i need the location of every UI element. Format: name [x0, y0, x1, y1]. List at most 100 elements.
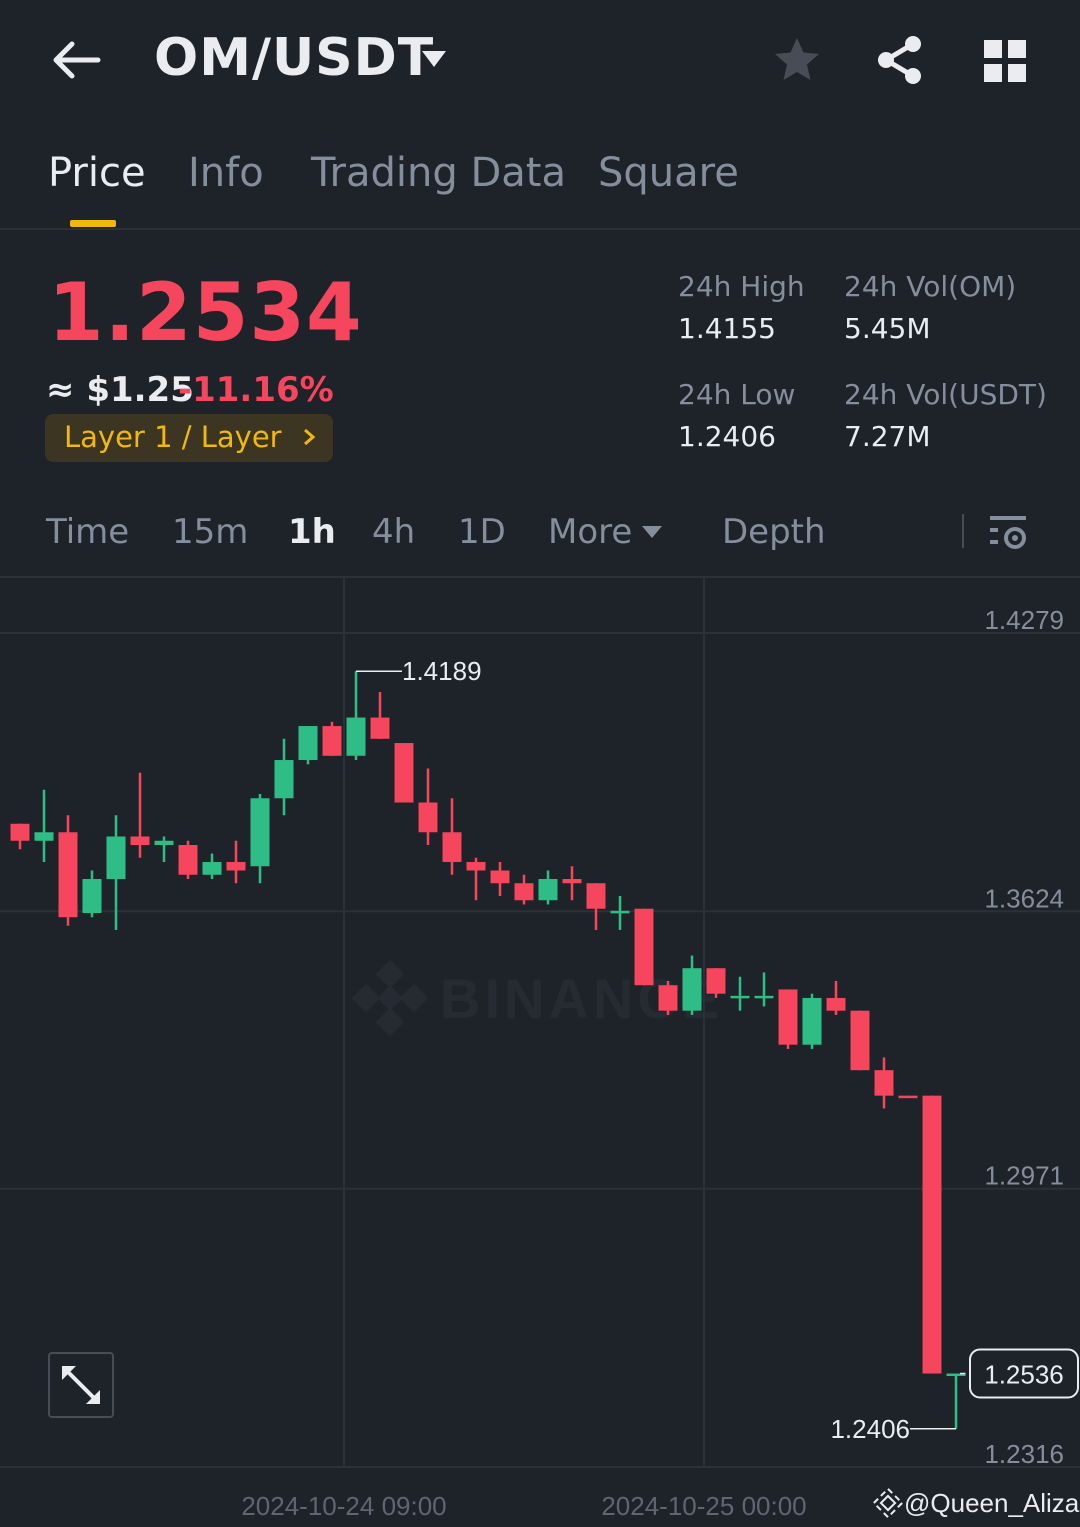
candle-body: [370, 717, 390, 739]
candle-body: [298, 726, 318, 761]
vol-quote-label: 24h Vol(USDT): [844, 378, 1047, 411]
y-tick-label: 1.2971: [984, 1161, 1064, 1191]
credit-watermark: @Queen_Aliza: [872, 1487, 1080, 1519]
candle-body: [346, 717, 366, 756]
candle: [226, 840, 246, 884]
candle: [418, 768, 438, 846]
candle-body: [778, 989, 798, 1045]
change-percent: -11.16%: [178, 370, 334, 410]
candlestick-chart[interactable]: BINANCE 1.4279 1.3624 1.2971 1.2316 2024-10-…: [0, 578, 1080, 1527]
low-value: 1.2406: [678, 420, 776, 453]
candle: [610, 895, 630, 930]
star-icon[interactable]: [772, 35, 822, 85]
candle: [106, 815, 126, 930]
candle-body: [586, 883, 606, 909]
candle: [346, 671, 366, 761]
candle: [442, 798, 462, 875]
candle-body: [58, 832, 78, 918]
candle: [370, 692, 390, 739]
interval-15m[interactable]: 15m: [172, 512, 248, 552]
candle: [850, 1010, 870, 1071]
candle: [730, 976, 750, 1011]
chart-settings-icon[interactable]: [988, 512, 1030, 554]
divider: [0, 228, 1080, 230]
candle: [682, 955, 702, 1015]
candle-body: [538, 878, 558, 901]
arrow-left-icon[interactable]: [48, 36, 104, 84]
tab-price[interactable]: Price: [48, 150, 146, 196]
candle: [58, 815, 78, 926]
last-price: 1.2534: [48, 266, 363, 359]
y-tick-label: 1.2316: [984, 1439, 1064, 1469]
candle: [322, 721, 342, 756]
y-tick-label: 1.4279: [984, 605, 1064, 635]
tab-trading-data[interactable]: Trading Data: [311, 150, 566, 196]
candle-body: [418, 802, 438, 833]
candle: [466, 857, 486, 901]
high-label: 24h High: [678, 270, 805, 303]
candle-body: [922, 1095, 942, 1374]
candle-body: [706, 968, 726, 994]
candle-body: [634, 908, 654, 986]
candle-body: [178, 845, 198, 875]
grid-icon[interactable]: [982, 38, 1028, 84]
tab-info[interactable]: Info: [188, 150, 264, 196]
candle-body: [562, 878, 582, 884]
candle: [394, 743, 414, 803]
candle-body: [802, 997, 822, 1045]
candle: [586, 883, 606, 930]
candle: [298, 726, 318, 765]
candle-body: [442, 832, 462, 862]
candle-body: [610, 910, 630, 914]
candle-body: [898, 1095, 918, 1099]
candle: [274, 738, 294, 816]
candle-body: [490, 870, 510, 884]
candle-body: [10, 823, 30, 841]
credit-label: @Queen_Aliza: [904, 1488, 1080, 1518]
caret-down-icon[interactable]: [640, 524, 664, 540]
candle: [778, 989, 798, 1049]
candle: [202, 853, 222, 879]
sector-tag-label: Layer 1 / Layer: [64, 420, 282, 454]
candle: [802, 993, 822, 1049]
interval-time[interactable]: Time: [46, 512, 129, 552]
candle: [130, 772, 150, 858]
vol-base-label: 24h Vol(OM): [844, 270, 1017, 303]
candle: [706, 968, 726, 998]
interval-1d[interactable]: 1D: [458, 512, 506, 552]
fullscreen-button[interactable]: [48, 1352, 114, 1418]
pair-title[interactable]: OM/USDT: [154, 28, 434, 88]
share-icon[interactable]: [876, 35, 924, 85]
caret-down-icon[interactable]: [420, 48, 448, 70]
candle: [10, 823, 30, 850]
interval-1h[interactable]: 1h: [288, 512, 336, 552]
candle: [34, 789, 54, 862]
candle-body: [202, 861, 222, 875]
candle-body: [730, 995, 750, 999]
candle: [490, 861, 510, 896]
candle-body: [130, 836, 150, 846]
diamond-logo-icon: [872, 1487, 904, 1519]
candle: [250, 794, 270, 884]
candle-body: [226, 861, 246, 871]
interval-depth[interactable]: Depth: [722, 512, 826, 552]
candle: [754, 972, 774, 1007]
vol-quote-value: 7.27M: [844, 420, 931, 453]
expand-icon: [62, 1366, 100, 1404]
chevron-right-icon: [304, 428, 316, 446]
candle: [658, 980, 678, 1015]
active-tab-indicator: [70, 220, 116, 227]
candle-body: [658, 985, 678, 1011]
candle-body: [394, 743, 414, 803]
tab-square[interactable]: Square: [598, 150, 739, 196]
candle: [82, 870, 102, 918]
interval-more[interactable]: More: [548, 512, 632, 552]
candle-body: [682, 968, 702, 1011]
candle: [874, 1057, 894, 1109]
vol-base-value: 5.45M: [844, 312, 931, 345]
candle-body: [514, 883, 534, 901]
candle: [538, 870, 558, 905]
current-price-label: 1.2536: [984, 1360, 1064, 1390]
interval-4h[interactable]: 4h: [372, 512, 415, 552]
candle-body: [850, 1010, 870, 1071]
